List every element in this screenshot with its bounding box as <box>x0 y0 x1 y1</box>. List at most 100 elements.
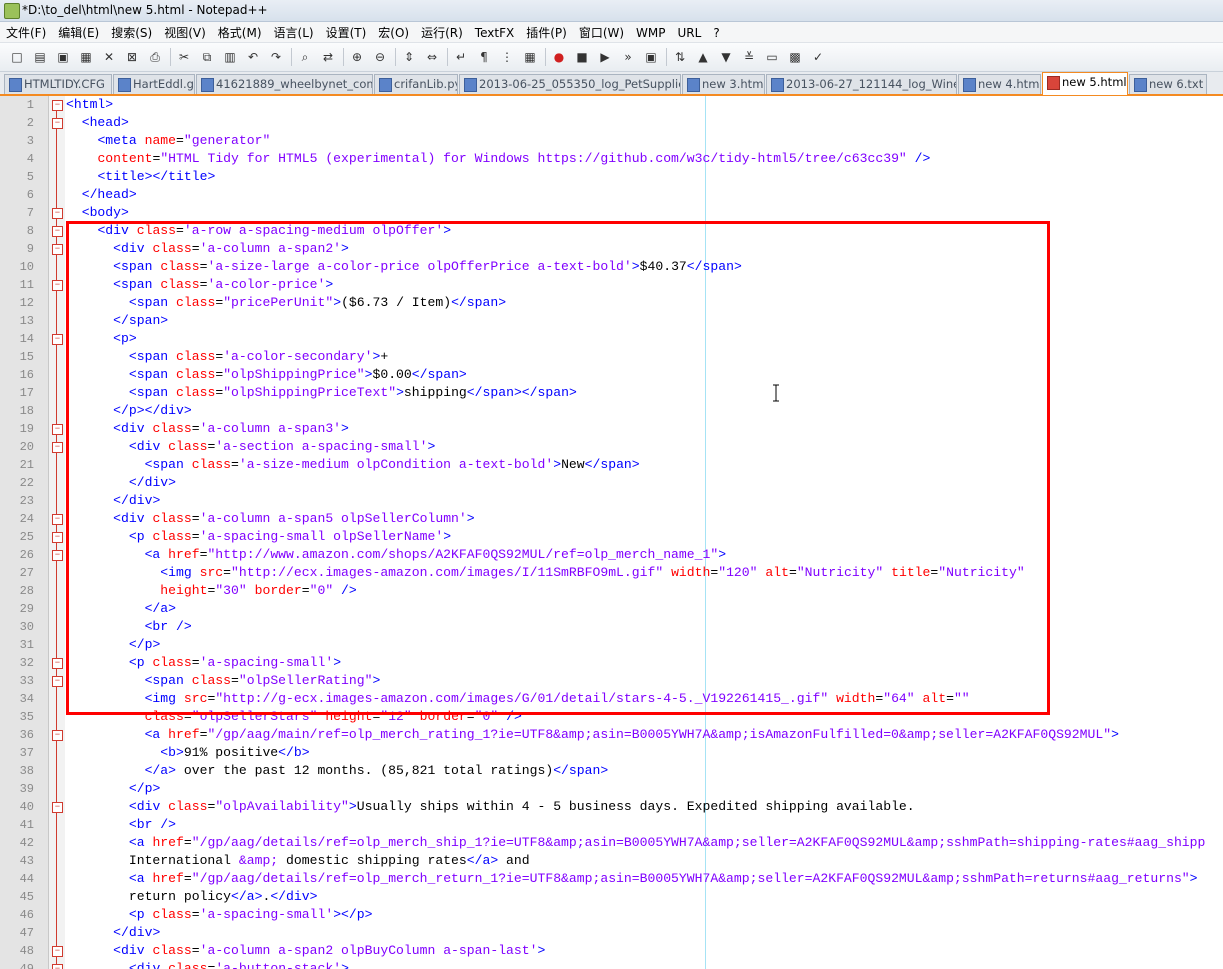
code-line: 5 <title></title> <box>0 168 1223 186</box>
fold-toggle-icon[interactable]: − <box>52 334 63 345</box>
redo-icon[interactable]: ↷ <box>267 48 285 66</box>
line-number: 37 <box>0 746 34 760</box>
menu-bar: 文件(F)编辑(E)搜索(S)视图(V)格式(M)语言(L)设置(T)宏(O)运… <box>0 22 1223 43</box>
menu-item[interactable]: 格式(M) <box>212 22 268 42</box>
code-text: <a href="/gp/aag/main/ref=olp_merch_rati… <box>66 727 1119 742</box>
spell-check-icon[interactable]: ✓ <box>809 48 827 66</box>
menu-item[interactable]: 文件(F) <box>0 22 52 42</box>
doc-map-icon[interactable]: ▦ <box>521 48 539 66</box>
line-number: 30 <box>0 620 34 634</box>
code-text: <html> <box>66 97 113 112</box>
menu-item[interactable]: 插件(P) <box>520 22 573 42</box>
document-tab[interactable]: new 6.txt <box>1129 74 1207 94</box>
code-text: </p> <box>66 781 160 796</box>
fold-toggle-icon[interactable]: − <box>52 676 63 687</box>
compare-icon[interactable]: ≚ <box>740 48 758 66</box>
document-tab[interactable]: new 5.html <box>1042 72 1128 95</box>
down-icon[interactable]: ▼ <box>717 48 735 66</box>
fold-toggle-icon[interactable]: − <box>52 244 63 255</box>
unsaved-file-icon <box>1047 76 1060 90</box>
fold-toggle-icon[interactable]: − <box>52 532 63 543</box>
fold-toggle-icon[interactable]: − <box>52 730 63 741</box>
menu-item[interactable]: 视图(V) <box>158 22 212 42</box>
fold-toggle-icon[interactable]: − <box>52 280 63 291</box>
stop-record-icon[interactable]: ■ <box>573 48 591 66</box>
document-tab[interactable]: new 3.html <box>682 74 765 94</box>
document-tab[interactable]: HartEddl.g <box>113 74 195 94</box>
save-all-icon[interactable]: ▦ <box>77 48 95 66</box>
line-number: 24 <box>0 512 34 526</box>
code-line: 36− <a href="/gp/aag/main/ref=olp_merch_… <box>0 726 1223 744</box>
menu-item[interactable]: 语言(L) <box>268 22 320 42</box>
tab-label: crifanLib.py <box>394 77 458 91</box>
menu-item[interactable]: 运行(R) <box>415 22 469 42</box>
tab-label: HTMLTIDY.CFG <box>24 77 105 91</box>
find-icon[interactable]: ⌕ <box>296 48 314 66</box>
fold-toggle-icon[interactable]: − <box>52 964 63 969</box>
document-tab[interactable]: new 4.html <box>958 74 1041 94</box>
fold-toggle-icon[interactable]: − <box>52 118 63 129</box>
menu-item[interactable]: 编辑(E) <box>52 22 105 42</box>
all-chars-icon[interactable]: ¶ <box>475 48 493 66</box>
zoom-in-icon[interactable]: ⊕ <box>348 48 366 66</box>
code-line: 1 −<html> <box>0 96 1223 114</box>
fold-toggle-icon[interactable]: − <box>52 208 63 219</box>
code-line: 42 <a href="/gp/aag/details/ref=olp_merc… <box>0 834 1223 852</box>
record-macro-icon[interactable]: ● <box>550 48 568 66</box>
menu-item[interactable]: WMP <box>630 24 671 44</box>
document-tab[interactable]: 41621889_wheelbynet_com.py <box>196 74 373 94</box>
code-text: <a href="/gp/aag/details/ref=olp_merch_r… <box>66 871 1198 886</box>
fold-toggle-icon[interactable]: − <box>52 802 63 813</box>
replace-icon[interactable]: ⇄ <box>319 48 337 66</box>
copy-icon[interactable]: ⧉ <box>198 48 216 66</box>
zip-icon[interactable]: ▩ <box>786 48 804 66</box>
close-all-icon[interactable]: ⊠ <box>123 48 141 66</box>
saved-file-icon <box>9 78 22 92</box>
code-text: content="HTML Tidy for HTML5 (experiment… <box>66 151 930 166</box>
line-number: 46 <box>0 908 34 922</box>
menu-item[interactable]: ? <box>707 24 725 44</box>
folder-icon[interactable]: ▭ <box>763 48 781 66</box>
document-tab[interactable]: HTMLTIDY.CFG <box>4 74 112 94</box>
open-file-icon[interactable]: ▤ <box>31 48 49 66</box>
line-number: 5 <box>0 170 34 184</box>
fold-toggle-icon[interactable]: − <box>52 442 63 453</box>
indent-guide-icon[interactable]: ⋮ <box>498 48 516 66</box>
wrap-icon[interactable]: ↵ <box>452 48 470 66</box>
menu-item[interactable]: URL <box>672 24 708 44</box>
close-icon[interactable]: ✕ <box>100 48 118 66</box>
fold-toggle-icon[interactable]: − <box>52 550 63 561</box>
menu-item[interactable]: 宏(O) <box>372 22 415 42</box>
save-icon[interactable]: ▣ <box>54 48 72 66</box>
document-tab[interactable]: 2013-06-25_055350_log_PetSupplies.txt <box>459 74 681 94</box>
cut-icon[interactable]: ✂ <box>175 48 193 66</box>
fold-toggle-icon[interactable]: − <box>52 424 63 435</box>
paste-icon[interactable]: ▥ <box>221 48 239 66</box>
print-icon[interactable]: ⎙ <box>146 48 164 66</box>
save-macro-icon[interactable]: ▣ <box>642 48 660 66</box>
new-file-icon[interactable]: □ <box>8 48 26 66</box>
run-macro-multiple-icon[interactable]: » <box>619 48 637 66</box>
fold-toggle-icon[interactable]: − <box>52 946 63 957</box>
sort-icon[interactable]: ⇅ <box>671 48 689 66</box>
line-number: 1 <box>0 98 34 112</box>
sync-h-icon[interactable]: ⇔ <box>423 48 441 66</box>
toolbar-separator <box>395 48 396 66</box>
fold-toggle-icon[interactable]: − <box>52 514 63 525</box>
fold-toggle-icon[interactable]: − <box>52 100 63 111</box>
code-editor[interactable]: 1−<html>2− <head>3 <meta name="generator… <box>0 96 1223 969</box>
menu-item[interactable]: 窗口(W) <box>573 22 630 42</box>
zoom-out-icon[interactable]: ⊖ <box>371 48 389 66</box>
undo-icon[interactable]: ↶ <box>244 48 262 66</box>
menu-item[interactable]: TextFX <box>469 24 520 44</box>
up-icon[interactable]: ▲ <box>694 48 712 66</box>
document-tab[interactable]: crifanLib.py <box>374 74 458 94</box>
fold-toggle-icon[interactable]: − <box>52 226 63 237</box>
play-macro-icon[interactable]: ▶ <box>596 48 614 66</box>
menu-item[interactable]: 设置(T) <box>320 22 373 42</box>
sync-v-icon[interactable]: ⇕ <box>400 48 418 66</box>
menu-item[interactable]: 搜索(S) <box>105 22 158 42</box>
fold-toggle-icon[interactable]: − <box>52 658 63 669</box>
document-tab[interactable]: 2013-06-27_121144_log_Wine.txt <box>766 74 957 94</box>
line-number: 35 <box>0 710 34 724</box>
